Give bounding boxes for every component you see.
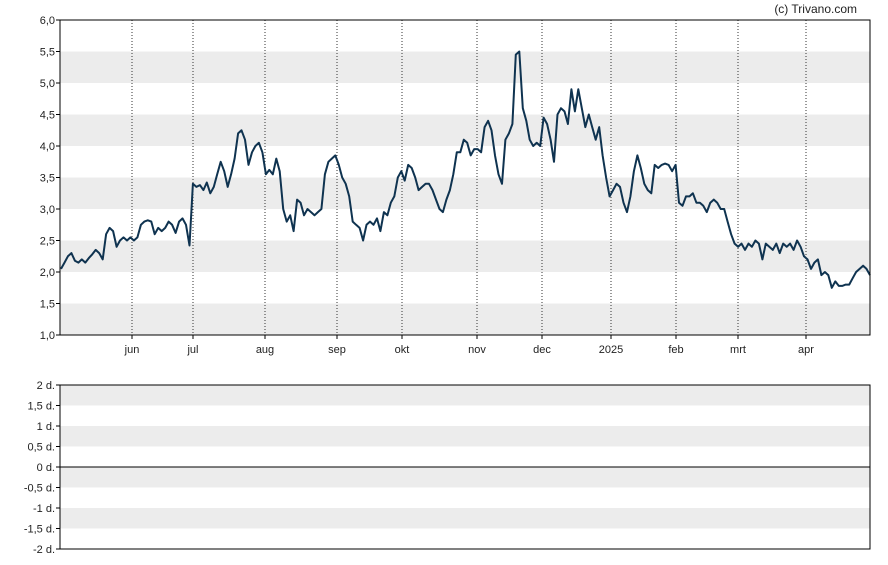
x-tick-label: apr xyxy=(798,344,814,356)
y-tick-label: 2 d. xyxy=(37,380,55,392)
x-tick-label: 2025 xyxy=(599,344,623,356)
credit-label: (c) Trivano.com xyxy=(774,2,857,16)
y-tick-label: 0 d. xyxy=(37,462,55,474)
x-tick-label: aug xyxy=(256,344,274,356)
x-tick-label: okt xyxy=(395,344,410,356)
y-tick-label: 6,0 xyxy=(40,15,55,27)
main-grid-bands xyxy=(60,51,870,335)
grid-band xyxy=(60,177,870,209)
price-chart: 6,0 5,5 5,0 4,5 4,0 3,5 3,0 2,5 2,0 1,5 1,0 jun jul… xyxy=(40,15,871,356)
sub-grid-bands xyxy=(60,385,870,529)
x-tick-label: sep xyxy=(328,344,346,356)
main-x-axis: jun jul aug sep okt nov dec 2025 feb mrt apr xyxy=(124,335,814,356)
grid-band xyxy=(60,303,870,335)
y-tick-label: 4,0 xyxy=(40,141,55,153)
y-tick-label: 1,0 xyxy=(40,330,55,342)
x-tick-label: nov xyxy=(468,344,486,356)
indicator-chart: 2 d. 1,5 d. 1 d. 0,5 d. 0 d. -0,5 d. -1 d. -1,5… xyxy=(24,380,871,556)
y-tick-label: 4,5 xyxy=(40,110,55,122)
sub-y-axis: 2 d. 1,5 d. 1 d. 0,5 d. 0 d. -0,5 d. -1 d. -1,5… xyxy=(24,380,60,556)
grid-band xyxy=(60,426,870,447)
y-tick-label: -2 d. xyxy=(33,544,55,556)
x-tick-label: dec xyxy=(533,344,551,356)
y-tick-label: 3,5 xyxy=(40,173,55,185)
y-tick-label: 0,5 d. xyxy=(27,442,55,454)
main-y-axis: 6,0 5,5 5,0 4,5 4,0 3,5 3,0 2,5 2,0 1,5 1,0 xyxy=(40,15,60,342)
y-tick-label: 5,0 xyxy=(40,78,55,90)
x-tick-label: jun xyxy=(124,344,140,356)
y-tick-label: 2,5 xyxy=(40,236,55,248)
y-tick-label: -1 d. xyxy=(33,503,55,515)
grid-band xyxy=(60,467,870,488)
y-tick-label: 5,5 xyxy=(40,47,55,59)
y-tick-label: 1,5 d. xyxy=(27,401,55,413)
grid-band xyxy=(60,508,870,529)
x-tick-label: mrt xyxy=(730,344,746,356)
y-tick-label: -1,5 d. xyxy=(24,524,55,536)
x-tick-label: jul xyxy=(186,344,198,356)
y-tick-label: 1,5 xyxy=(40,299,55,311)
y-tick-label: 1 d. xyxy=(37,421,55,433)
y-tick-label: 3,0 xyxy=(40,204,55,216)
x-tick-label: feb xyxy=(668,344,683,356)
y-tick-label: 2,0 xyxy=(40,267,55,279)
grid-band xyxy=(60,385,870,406)
y-tick-label: -0,5 d. xyxy=(24,483,55,495)
chart-canvas: (c) Trivano.com 6,0 5,5 5,0 4,5 4,0 3,5 3,0 2,5… xyxy=(24,2,871,556)
grid-band xyxy=(60,51,870,83)
